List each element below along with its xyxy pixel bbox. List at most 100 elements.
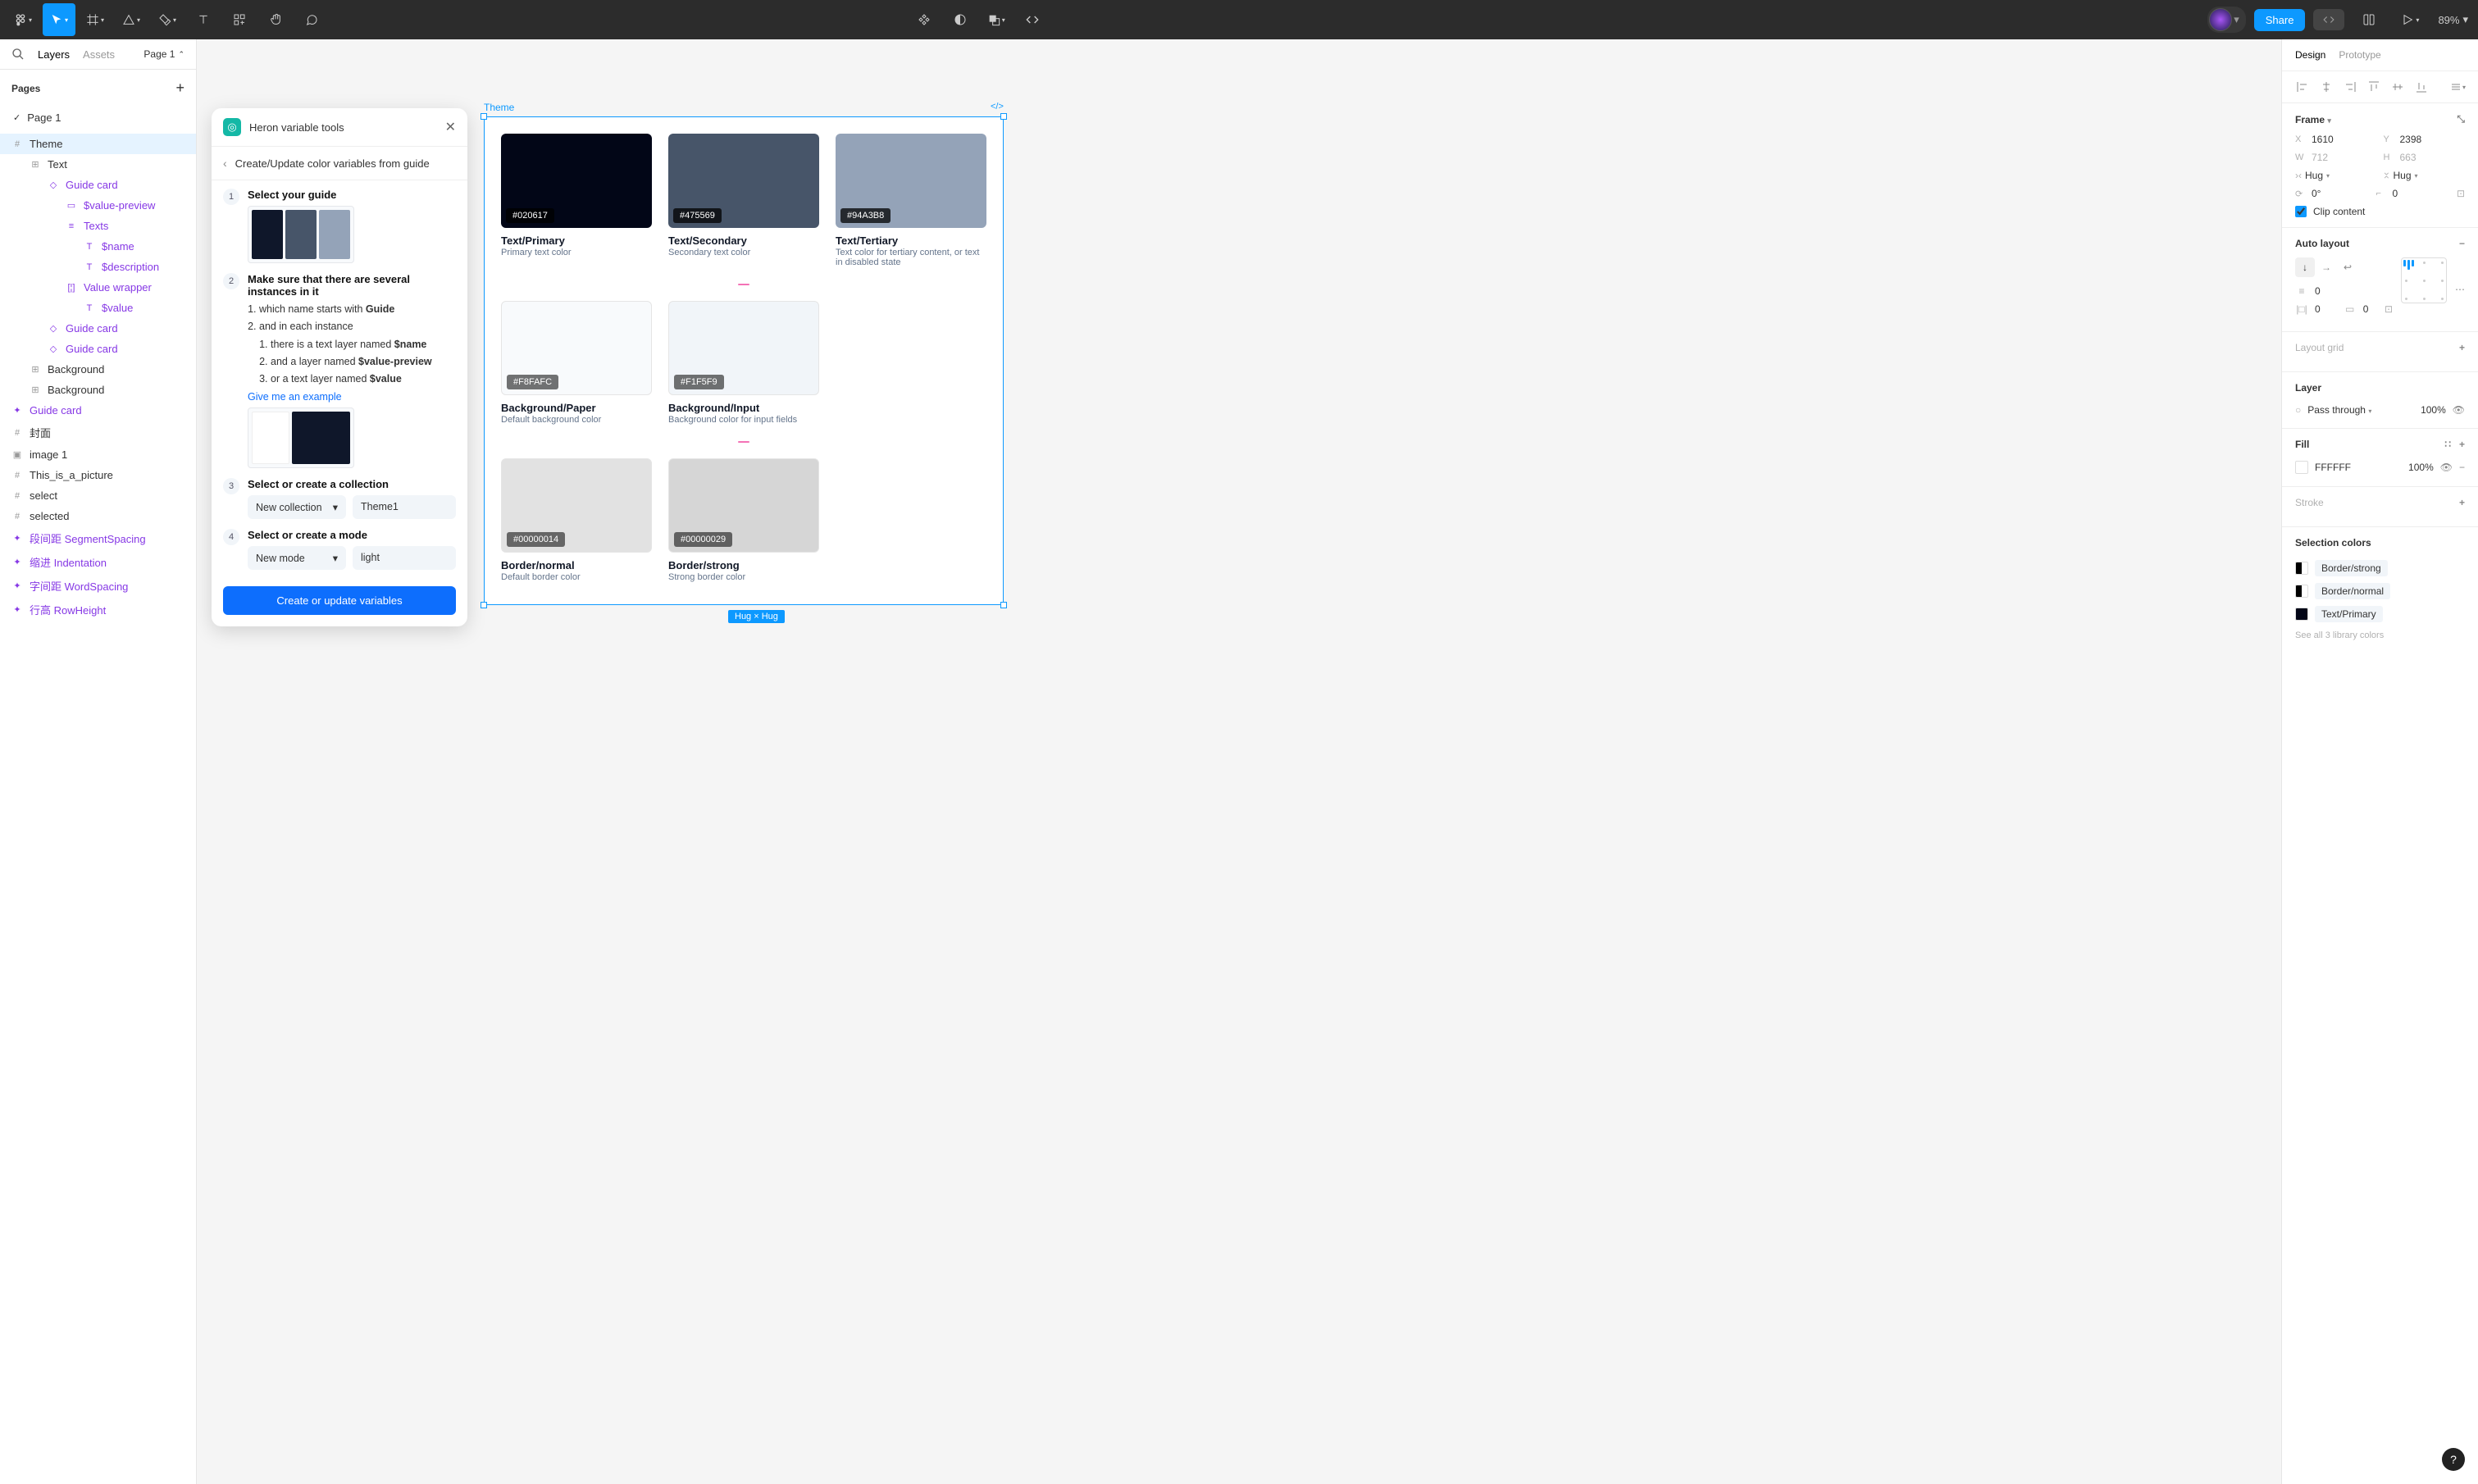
- align-right-icon[interactable]: [2339, 78, 2361, 96]
- autolayout-more-icon[interactable]: ⋯: [2455, 284, 2465, 295]
- h-input[interactable]: 663: [2400, 152, 2417, 163]
- guide-card[interactable]: #00000014Border/normalDefault border col…: [501, 458, 652, 582]
- align-more-icon[interactable]: ▾: [2447, 78, 2468, 96]
- layer-opacity-input[interactable]: 100%: [2421, 404, 2446, 416]
- w-input[interactable]: 712: [2312, 152, 2328, 163]
- independent-padding-icon[interactable]: ⊡: [2385, 303, 2393, 315]
- guide-card[interactable]: #475569Text/SecondarySecondary text colo…: [668, 134, 819, 267]
- see-all-colors-link[interactable]: See all 3 library colors: [2295, 630, 2465, 640]
- layer-row[interactable]: ◇Guide card: [0, 318, 196, 339]
- layer-row[interactable]: #selected: [0, 506, 196, 526]
- frame-dev-icon[interactable]: </>: [991, 102, 1004, 112]
- gap-input[interactable]: 0: [2315, 285, 2321, 297]
- resources-tool[interactable]: [223, 3, 256, 36]
- selection-handle[interactable]: [1000, 602, 1007, 608]
- height-resize[interactable]: ›‹ Hug ▾: [2384, 170, 2466, 181]
- layer-row[interactable]: [¦]Value wrapper: [0, 277, 196, 298]
- devmode-toggle[interactable]: [2313, 9, 2344, 30]
- layer-row[interactable]: ≡Texts: [0, 216, 196, 236]
- align-left-icon[interactable]: [2292, 78, 2313, 96]
- add-fill-icon[interactable]: +: [2459, 439, 2465, 450]
- selection-handle[interactable]: [481, 113, 487, 120]
- width-resize[interactable]: ›‹ Hug ▾: [2295, 170, 2377, 181]
- guide-card[interactable]: #020617Text/PrimaryPrimary text color: [501, 134, 652, 267]
- layer-row[interactable]: #封面: [0, 421, 196, 444]
- selection-color-item[interactable]: Border/normal: [2295, 580, 2465, 603]
- layer-row[interactable]: #Theme: [0, 134, 196, 154]
- layer-row[interactable]: ⊞Background: [0, 359, 196, 380]
- collection-name-input[interactable]: Theme1: [353, 495, 456, 519]
- layer-row[interactable]: ▭$value-preview: [0, 195, 196, 216]
- remove-autolayout-icon[interactable]: −: [2459, 238, 2465, 249]
- fill-opacity-input[interactable]: 100%: [2408, 462, 2434, 473]
- layer-row[interactable]: T$name: [0, 236, 196, 257]
- collection-select[interactable]: New collection▾: [248, 495, 346, 519]
- selection-handle[interactable]: [1000, 113, 1007, 120]
- resize-to-fit-icon[interactable]: ⤡: [2457, 113, 2465, 125]
- layer-row[interactable]: ✦段间距 SegmentSpacing: [0, 526, 196, 550]
- guide-card[interactable]: #F8FAFCBackground/PaperDefault backgroun…: [501, 301, 652, 425]
- share-button[interactable]: Share: [2254, 9, 2306, 31]
- frame-section-title[interactable]: Frame ▾ ⤡: [2295, 113, 2465, 125]
- comment-tool[interactable]: [295, 3, 328, 36]
- layer-row[interactable]: ✦缩进 Indentation: [0, 550, 196, 574]
- present-button[interactable]: ▾: [2394, 3, 2426, 36]
- devmode-icon[interactable]: [1016, 3, 1049, 36]
- selection-color-item[interactable]: Border/strong: [2295, 557, 2465, 580]
- hand-tool[interactable]: [259, 3, 292, 36]
- pages-header[interactable]: Pages +: [0, 70, 196, 107]
- clip-content-checkbox[interactable]: [2295, 206, 2307, 217]
- zoom-level[interactable]: 89%▾: [2435, 13, 2471, 26]
- example-link[interactable]: Give me an example: [248, 391, 342, 403]
- visibility-icon[interactable]: 👁: [2440, 462, 2453, 473]
- boolean-icon[interactable]: ▾: [980, 3, 1013, 36]
- layer-row[interactable]: ✦行高 RowHeight: [0, 598, 196, 621]
- tab-assets[interactable]: Assets: [83, 48, 115, 61]
- close-icon[interactable]: ✕: [445, 119, 456, 135]
- selection-handle[interactable]: [481, 602, 487, 608]
- direction-wrap[interactable]: ↩: [2338, 257, 2357, 277]
- shape-tool[interactable]: ▾: [115, 3, 148, 36]
- help-button[interactable]: ?: [2442, 1448, 2465, 1471]
- layer-row[interactable]: ◇Guide card: [0, 175, 196, 195]
- y-input[interactable]: 2398: [2400, 134, 2422, 145]
- selection-color-item[interactable]: Text/Primary: [2295, 603, 2465, 626]
- rotation-input[interactable]: 0°: [2312, 188, 2321, 199]
- fill-styles-icon[interactable]: ∷: [2444, 439, 2451, 450]
- back-icon[interactable]: ‹: [223, 157, 227, 170]
- mask-icon[interactable]: [944, 3, 977, 36]
- add-page-button[interactable]: +: [175, 80, 184, 97]
- frame-label[interactable]: Theme: [484, 102, 514, 113]
- add-stroke-icon[interactable]: +: [2459, 497, 2465, 508]
- pad-h-input[interactable]: 0: [2315, 303, 2321, 315]
- visibility-icon[interactable]: 👁: [2453, 404, 2465, 416]
- guide-card[interactable]: #94A3B8Text/TertiaryText color for terti…: [836, 134, 986, 267]
- guide-card[interactable]: #F1F5F9Background/InputBackground color …: [668, 301, 819, 425]
- components-icon[interactable]: [908, 3, 941, 36]
- add-layoutgrid-icon[interactable]: +: [2459, 342, 2465, 353]
- mode-select[interactable]: New mode▾: [248, 546, 346, 570]
- library-icon[interactable]: [2353, 3, 2385, 36]
- layer-row[interactable]: T$description: [0, 257, 196, 277]
- blend-mode-select[interactable]: Pass through ▾: [2307, 404, 2371, 416]
- move-tool[interactable]: ▾: [43, 3, 75, 36]
- align-bottom-icon[interactable]: [2411, 78, 2432, 96]
- layer-row[interactable]: ✦字间距 WordSpacing: [0, 574, 196, 598]
- fill-swatch[interactable]: [2295, 461, 2308, 474]
- direction-vertical[interactable]: ↓: [2295, 257, 2315, 277]
- layer-row[interactable]: ✦Guide card: [0, 400, 196, 421]
- layer-row[interactable]: ◇Guide card: [0, 339, 196, 359]
- tab-prototype[interactable]: Prototype: [2339, 49, 2380, 61]
- x-input[interactable]: 1610: [2312, 134, 2334, 145]
- radius-input[interactable]: 0: [2392, 188, 2398, 199]
- layer-row[interactable]: ⊞Text: [0, 154, 196, 175]
- fill-hex-input[interactable]: FFFFFF: [2315, 462, 2351, 473]
- layer-row[interactable]: ⊞Background: [0, 380, 196, 400]
- text-tool[interactable]: [187, 3, 220, 36]
- alignment-grid[interactable]: [2401, 257, 2447, 303]
- layer-row[interactable]: ▣image 1: [0, 444, 196, 465]
- align-vcenter-icon[interactable]: [2387, 78, 2408, 96]
- frame-tool[interactable]: ▾: [79, 3, 112, 36]
- user-avatar[interactable]: ▾: [2207, 7, 2246, 33]
- guide-card[interactable]: #00000029Border/strongStrong border colo…: [668, 458, 819, 582]
